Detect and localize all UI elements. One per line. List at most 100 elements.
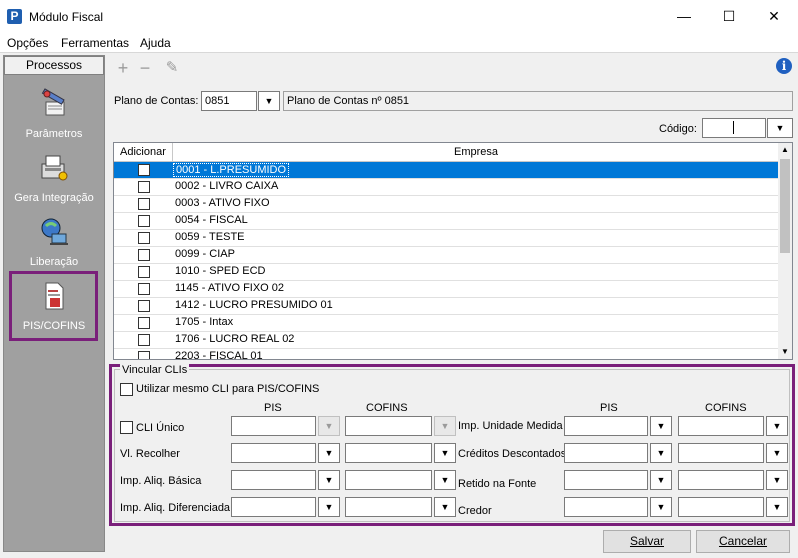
chevron-down-icon[interactable]: ▼ [318,470,340,490]
save-label: Salvar [629,534,664,548]
chevron-down-icon[interactable]: ▼ [767,118,793,138]
table-row[interactable]: 1145 - ATIVO FIXO 02 [114,281,778,298]
table-row[interactable]: 1705 - Intax [114,315,778,332]
cofins-right-0-input[interactable] [678,416,764,436]
row-label: CLI Único [136,422,185,434]
pis-left-3-input[interactable] [231,497,316,517]
table-row[interactable]: 0001 - L.PRESUMIDO [114,162,778,179]
table-row[interactable]: 0002 - LIVRO CAIXA [114,179,778,196]
add-checkbox[interactable] [138,317,150,329]
chevron-down-icon[interactable]: ▼ [650,497,672,517]
sidebar-item-gera-integracao[interactable]: Gera Integração [4,152,104,216]
chevron-down-icon[interactable]: ▼ [258,91,280,111]
company-name: 0003 - ATIVO FIXO [175,197,270,209]
pis-left-2-input[interactable] [231,470,316,490]
sidebar: Processos Parâmetros Gera Integração Lib… [3,55,105,552]
plano-code-input[interactable]: 0851 [201,91,257,111]
pis-right-2-input[interactable] [564,470,648,490]
add-checkbox[interactable] [138,283,150,295]
text-cursor [733,121,734,134]
chevron-down-icon[interactable]: ▼ [766,470,788,490]
chevron-down-icon[interactable]: ▼ [766,443,788,463]
chevron-down-icon[interactable]: ▼ [650,416,672,436]
chevron-down-icon[interactable]: ▼ [318,497,340,517]
add-checkbox[interactable] [138,215,150,227]
table-row[interactable]: 1706 - LUCRO REAL 02 [114,332,778,349]
edit-icon[interactable]: ✎ [162,59,182,79]
same-cli-checkbox[interactable] [120,383,133,396]
pis-right-3-input[interactable] [564,497,648,517]
same-cli-label: Utilizar mesmo CLI para PIS/COFINS [136,383,320,395]
add-checkbox[interactable] [138,334,150,346]
cofins-left-1-input[interactable] [345,443,432,463]
pis-left-0-input[interactable] [231,416,316,436]
parameters-icon [41,88,65,116]
scroll-thumb[interactable] [780,159,790,253]
vertical-scrollbar[interactable]: ▲ ▼ [778,143,792,359]
release-icon [41,218,68,245]
minimize-button[interactable]: — [661,0,707,33]
row-label: Vl. Recolher [120,448,180,460]
maximize-button[interactable]: ☐ [706,0,752,33]
add-checkbox[interactable] [138,351,150,359]
toolbar: + − ✎ [108,56,796,82]
row-label: Imp. Unidade Medida [458,420,563,432]
chevron-down-icon[interactable]: ▼ [318,416,340,436]
codigo-input[interactable] [702,118,766,138]
table-row[interactable]: 2203 - FISCAL 01 [114,349,778,359]
cofins-left-3-input[interactable] [345,497,432,517]
grid-body: 0001 - L.PRESUMIDO 0002 - LIVRO CAIXA 0003… [114,162,778,359]
save-button[interactable]: Salvar [603,530,691,553]
cofins-right-2-input[interactable] [678,470,764,490]
add-checkbox[interactable] [138,249,150,261]
chevron-down-icon[interactable]: ▼ [650,443,672,463]
cancel-button[interactable]: Cancelar [696,530,790,553]
info-icon[interactable]: i [776,58,792,74]
title-bar: P Módulo Fiscal — ☐ ✕ [0,0,798,33]
cofins-left-0-input[interactable] [345,416,432,436]
cofins-left-2-input[interactable] [345,470,432,490]
sidebar-item-label: Liberação [29,256,79,268]
add-checkbox[interactable] [138,181,150,193]
add-checkbox[interactable] [138,232,150,244]
table-row[interactable]: 1010 - SPED ECD [114,264,778,281]
remove-icon[interactable]: − [135,59,155,79]
chevron-down-icon[interactable]: ▼ [766,416,788,436]
chevron-down-icon[interactable]: ▼ [318,443,340,463]
add-checkbox[interactable] [138,164,150,176]
chevron-down-icon[interactable]: ▼ [650,470,672,490]
sidebar-item-parametros[interactable]: Parâmetros [4,88,104,152]
company-name: 1145 - ATIVO FIXO 02 [175,282,285,294]
chevron-down-icon[interactable]: ▼ [434,470,456,490]
group-title: Vincular CLIs [120,364,190,376]
row-label: Imp. Aliq. Diferenciada [120,502,231,514]
company-name: 0099 - CIAP [175,248,235,260]
chevron-down-icon[interactable]: ▼ [434,497,456,517]
add-icon[interactable]: + [113,59,133,79]
row-label: Retido na Fonte [458,478,537,490]
chevron-down-icon[interactable]: ▼ [766,497,788,517]
pis-right-0-input[interactable] [564,416,648,436]
scroll-up-icon[interactable]: ▲ [778,143,792,157]
pis-left-1-input[interactable] [231,443,316,463]
column-cofins-left: COFINS [366,402,408,414]
table-row[interactable]: 1412 - LUCRO PRESUMIDO 01 [114,298,778,315]
add-checkbox[interactable] [138,300,150,312]
chevron-down-icon[interactable]: ▼ [434,416,456,436]
menu-opcoes[interactable]: Opções [7,36,48,50]
cofins-right-1-input[interactable] [678,443,764,463]
cofins-right-3-input[interactable] [678,497,764,517]
chevron-down-icon[interactable]: ▼ [434,443,456,463]
pis-right-1-input[interactable] [564,443,648,463]
cli-unico-checkbox[interactable] [120,421,133,434]
menu-ferramentas[interactable]: Ferramentas [61,36,129,50]
table-row[interactable]: 0059 - TESTE [114,230,778,247]
table-row[interactable]: 0099 - CIAP [114,247,778,264]
scroll-down-icon[interactable]: ▼ [778,345,792,359]
add-checkbox[interactable] [138,266,150,278]
menu-ajuda[interactable]: Ajuda [140,36,171,50]
table-row[interactable]: 0003 - ATIVO FIXO [114,196,778,213]
close-button[interactable]: ✕ [751,0,797,33]
table-row[interactable]: 0054 - FISCAL [114,213,778,230]
add-checkbox[interactable] [138,198,150,210]
